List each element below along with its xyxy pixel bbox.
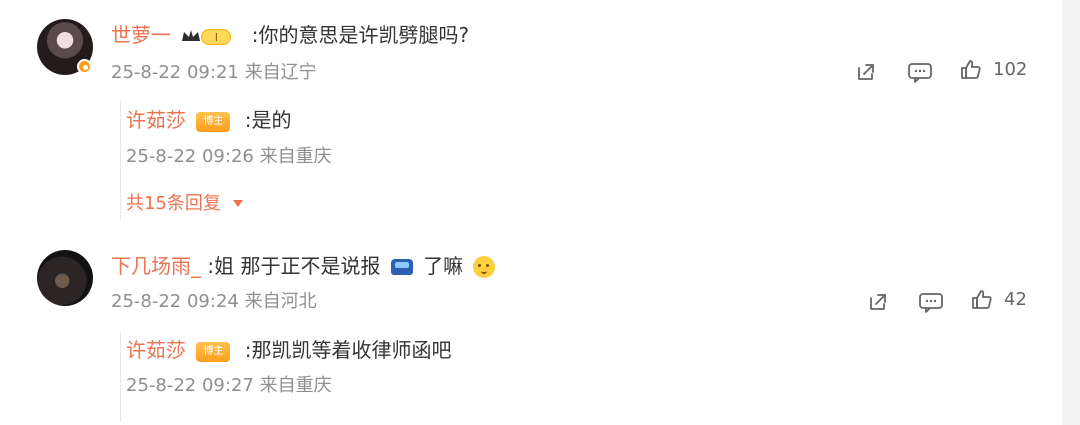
share-icon: [870, 294, 886, 310]
reply-author-name[interactable]: 许茹莎: [126, 108, 186, 132]
reply-header: 许茹莎 博主 :是的: [126, 108, 291, 132]
reply-meta: 25-8-22 09:27 来自重庆: [126, 375, 332, 396]
like-count: 42: [1004, 289, 1027, 310]
reply-thread-line: [120, 101, 121, 221]
author-tag-badge: 博主: [196, 341, 231, 362]
comment-button[interactable]: [907, 60, 933, 84]
reply-meta: 25-8-22 09:26 来自重庆: [126, 146, 332, 167]
share-button[interactable]: [866, 290, 890, 314]
comment-icon: [908, 63, 932, 83]
comment-card-1: 世萝一 I :你的意思是许凯劈腿吗? 25-8-22 09:21 来自辽宁 10…: [0, 0, 1060, 232]
like-button[interactable]: 102: [959, 58, 1027, 82]
comment-text-part2: 了嘛: [423, 254, 464, 278]
reply-text: :是的: [244, 108, 292, 132]
comment-card-2: 下几场雨_ :姐 那于正不是说报 了嘛 25-8-22 09:24 来自河北 4…: [0, 232, 1060, 425]
comment-header: 下几场雨_ :姐 那于正不是说报 了嘛: [111, 254, 495, 279]
page-side-rail: [1062, 0, 1080, 425]
reply-text: :那凯凯等着收律师函吧: [244, 338, 452, 362]
comment-header: 世萝一 I :你的意思是许凯劈腿吗?: [111, 23, 469, 48]
reply-header: 许茹莎 博主 :那凯凯等着收律师函吧: [126, 338, 451, 362]
reply-thread-line: [120, 332, 121, 422]
more-replies-label: 共15条回复: [126, 193, 221, 214]
comment-button[interactable]: [918, 290, 944, 314]
like-count: 102: [993, 59, 1028, 80]
membership-level-badge: I: [201, 28, 232, 45]
share-button[interactable]: [854, 60, 878, 84]
user-avatar[interactable]: [37, 250, 93, 306]
comment-author-name[interactable]: 世萝一: [111, 23, 171, 47]
verified-badge-icon: [77, 59, 92, 74]
membership-badge: I: [181, 26, 237, 48]
comment-text: :你的意思是许凯劈腿吗?: [251, 23, 470, 47]
car-emoji-icon: [390, 258, 413, 275]
more-replies-link[interactable]: 共15条回复: [126, 193, 243, 215]
reply-author-name[interactable]: 许茹莎: [126, 338, 186, 362]
like-button[interactable]: 42: [970, 288, 1027, 312]
author-tag-badge: 博主: [196, 111, 231, 132]
share-icon: [858, 64, 874, 80]
comment-meta: 25-8-22 09:21 来自辽宁: [111, 62, 317, 83]
comment-author-name[interactable]: 下几场雨_: [111, 254, 201, 278]
like-icon: [961, 60, 981, 79]
chevron-down-icon: [232, 199, 243, 207]
comment-text-part1: :姐 那于正不是说报: [207, 254, 381, 278]
comment-meta: 25-8-22 09:24 来自河北: [111, 291, 317, 312]
like-icon: [972, 290, 992, 309]
face-emoji-icon: [472, 255, 495, 278]
comment-icon: [919, 293, 943, 313]
crown-icon: [182, 29, 201, 41]
